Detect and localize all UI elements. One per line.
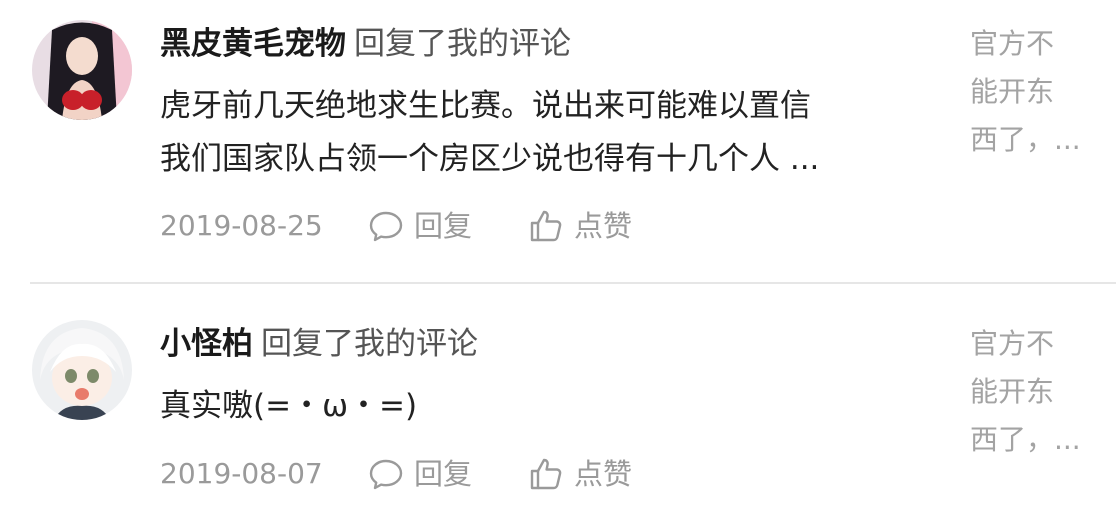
avatar-image	[32, 20, 132, 120]
comment-date: 2019-08-25	[160, 209, 323, 242]
reply-button[interactable]: 回复	[368, 206, 528, 246]
comment-line: 我们国家队占领一个房区少说也得有十几个人 ...	[160, 141, 820, 177]
username[interactable]: 黑皮黄毛宠物	[160, 26, 346, 62]
username[interactable]: 小怪柏	[160, 326, 253, 362]
comment-meta: 2019-08-07 回复 点赞	[160, 454, 632, 494]
reply-label: 回复	[414, 209, 473, 243]
like-button[interactable]: 点赞	[528, 454, 632, 494]
thumbs-up-icon	[530, 458, 562, 490]
reply-label: 回复	[414, 457, 473, 491]
comment-header: 黑皮黄毛宠物 回复了我的评论	[160, 22, 571, 66]
source-line: 能开东	[970, 75, 1055, 108]
source-line: 西了，...	[970, 423, 1081, 456]
reply-button[interactable]: 回复	[368, 454, 528, 494]
comment-meta: 2019-08-25 回复 点赞	[160, 206, 632, 246]
avatar-image	[32, 320, 132, 420]
source-line: 官方不	[970, 327, 1055, 360]
comment-date: 2019-08-07	[160, 457, 323, 490]
thumbs-up-icon	[530, 210, 562, 242]
comment-content[interactable]: 真实嗷(=・ω・=)	[160, 380, 920, 433]
source-preview[interactable]: 官方不 能开东 西了，...	[970, 320, 1100, 464]
avatar[interactable]	[32, 20, 132, 120]
chat-bubble-icon	[369, 211, 403, 242]
reply-action-text: 回复了我的评论	[354, 26, 571, 62]
like-label: 点赞	[574, 457, 633, 491]
comment-line: 虎牙前几天绝地求生比赛。说出来可能难以置信	[160, 88, 811, 124]
source-preview[interactable]: 官方不 能开东 西了，...	[970, 20, 1100, 164]
comment-content[interactable]: 虎牙前几天绝地求生比赛。说出来可能难以置信 我们国家队占领一个房区少说也得有十几…	[160, 80, 920, 186]
chat-bubble-icon	[369, 459, 403, 490]
comment-header: 小怪柏 回复了我的评论	[160, 322, 478, 366]
comment-item[interactable]: 小怪柏 回复了我的评论 真实嗷(=・ω・=) 2019-08-07 回复 点赞 官…	[0, 284, 1116, 506]
source-line: 能开东	[970, 375, 1055, 408]
avatar[interactable]	[32, 320, 132, 420]
comment-line: 真实嗷(=・ω・=)	[160, 388, 418, 424]
reply-action-text: 回复了我的评论	[261, 326, 478, 362]
like-label: 点赞	[574, 209, 633, 243]
comment-item[interactable]: 黑皮黄毛宠物 回复了我的评论 虎牙前几天绝地求生比赛。说出来可能难以置信 我们国家…	[0, 0, 1116, 282]
source-line: 西了，...	[970, 123, 1081, 156]
source-line: 官方不	[970, 27, 1055, 60]
like-button[interactable]: 点赞	[528, 206, 632, 246]
